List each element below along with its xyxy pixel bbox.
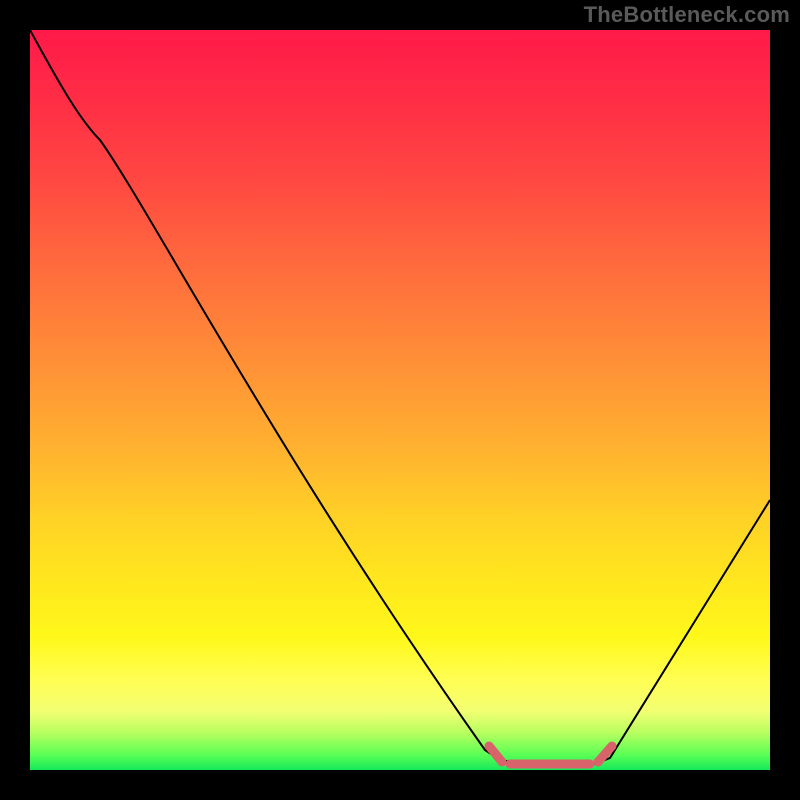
chart-frame: TheBottleneck.com [0,0,800,800]
valley-highlight-left [489,746,502,762]
bottleneck-curve [30,30,770,770]
curve-path [30,30,770,764]
valley-highlight-right [598,746,612,762]
watermark-text: TheBottleneck.com [584,2,790,28]
plot-area [30,30,770,770]
